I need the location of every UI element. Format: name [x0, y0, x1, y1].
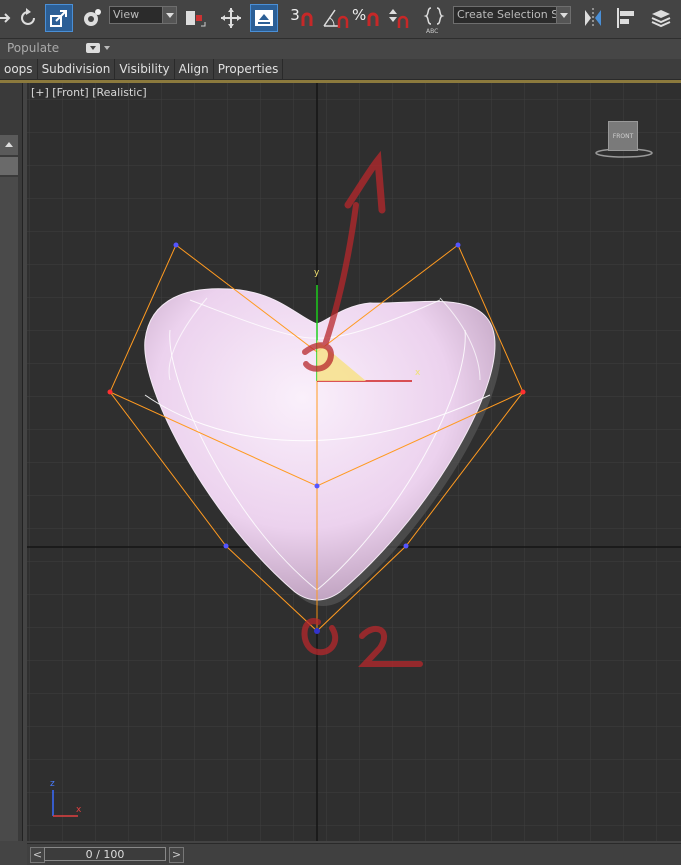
control-point[interactable] — [223, 543, 229, 549]
ribbon-options-icon[interactable] — [104, 46, 110, 50]
layer-explorer-icon[interactable] — [648, 5, 674, 31]
arrow-right-icon[interactable] — [0, 5, 12, 31]
time-slider[interactable]: < 0 / 100 > — [27, 843, 681, 865]
viewport-scene — [27, 83, 681, 841]
abc-label: ABC — [426, 28, 439, 35]
chevron-down-icon — [90, 46, 96, 50]
ribbon-tabs: oops Subdivision Visibility Align Proper… — [0, 59, 681, 80]
viewcube-front-face[interactable]: FRONT — [608, 121, 638, 151]
angle-snap-button[interactable] — [320, 5, 350, 31]
gizmo-x-label: x — [415, 368, 421, 378]
edit-named-selection-button[interactable]: ABC — [422, 5, 446, 35]
percent-snap-button[interactable]: % — [352, 5, 380, 31]
control-point[interactable] — [520, 389, 526, 395]
scrollbar-thumb[interactable] — [0, 157, 18, 175]
named-selection-icon — [423, 7, 445, 25]
magnet-icon — [301, 12, 313, 26]
axis-z-label: z — [50, 779, 55, 789]
named-selection-sets-dropdown[interactable]: Create Selection Se — [453, 6, 571, 24]
control-point[interactable] — [107, 389, 113, 395]
scroll-up-button[interactable] — [0, 135, 18, 155]
tab-align[interactable]: Align — [175, 59, 214, 79]
time-slider-prev-button[interactable]: < — [30, 847, 45, 863]
select-and-scale-button[interactable] — [45, 4, 73, 32]
mirror-icon[interactable] — [580, 5, 606, 31]
scale-icon — [50, 10, 67, 27]
angle-snap-icon — [323, 9, 349, 28]
scrollbar-track[interactable] — [0, 177, 18, 841]
tab-subdivision[interactable]: Subdivision — [38, 59, 116, 79]
control-point[interactable] — [314, 628, 320, 634]
control-point[interactable] — [173, 242, 179, 248]
ribbon-minimize-toggle[interactable] — [86, 43, 100, 53]
keyboard-shortcut-icon — [255, 10, 273, 26]
viewport-label[interactable]: [+] [Front] [Realistic] — [31, 86, 147, 99]
ribbon-title-bar: Populate — [0, 39, 681, 59]
pivot-center-icon[interactable] — [182, 5, 208, 31]
control-point[interactable] — [455, 242, 461, 248]
named-selection-sets-value: Create Selection Se — [457, 8, 565, 21]
select-and-manipulate-icon[interactable] — [218, 5, 244, 31]
frame-counter: 0 / 100 — [85, 848, 125, 861]
reference-coordinate-value: View — [113, 8, 140, 21]
magnet-icon — [367, 12, 379, 26]
select-manipulate-icon[interactable] — [79, 5, 105, 31]
chevron-down-icon[interactable] — [556, 7, 570, 23]
main-toolbar: View 3 % ABC Create Selection Se — [0, 0, 681, 39]
front-viewport[interactable]: [+] [Front] [Realistic] y x z x 1 2 FRON… — [27, 83, 681, 841]
tab-loops[interactable]: oops — [0, 59, 38, 79]
gizmo-y-label: y — [314, 268, 320, 278]
time-slider-next-button[interactable]: > — [169, 847, 184, 863]
rotate-icon[interactable] — [15, 5, 41, 31]
ribbon-title[interactable]: Populate — [7, 41, 59, 55]
align-icon[interactable] — [613, 5, 639, 31]
percent-snap-label: % — [352, 6, 367, 24]
reference-coordinate-dropdown[interactable]: View — [109, 6, 177, 24]
spinner-snap-button[interactable] — [384, 5, 410, 31]
left-side-panel — [0, 83, 23, 841]
keyboard-shortcut-override-button[interactable] — [250, 4, 278, 32]
chevron-down-icon[interactable] — [162, 7, 176, 23]
axis-x-label: x — [76, 805, 82, 815]
snaps-toggle-button[interactable]: 3 — [287, 5, 317, 31]
viewcube-label: FRONT — [612, 133, 634, 140]
chevron-up-icon — [5, 142, 13, 147]
tab-properties[interactable]: Properties — [214, 59, 284, 79]
control-point[interactable] — [403, 543, 409, 549]
control-point[interactable] — [314, 483, 320, 489]
viewcube[interactable]: FRONT — [593, 121, 655, 161]
time-slider-thumb[interactable]: 0 / 100 — [44, 847, 166, 861]
snap-3d-label: 3 — [290, 6, 300, 24]
tab-visibility[interactable]: Visibility — [115, 59, 175, 79]
spinner-snap-icon — [389, 9, 409, 28]
